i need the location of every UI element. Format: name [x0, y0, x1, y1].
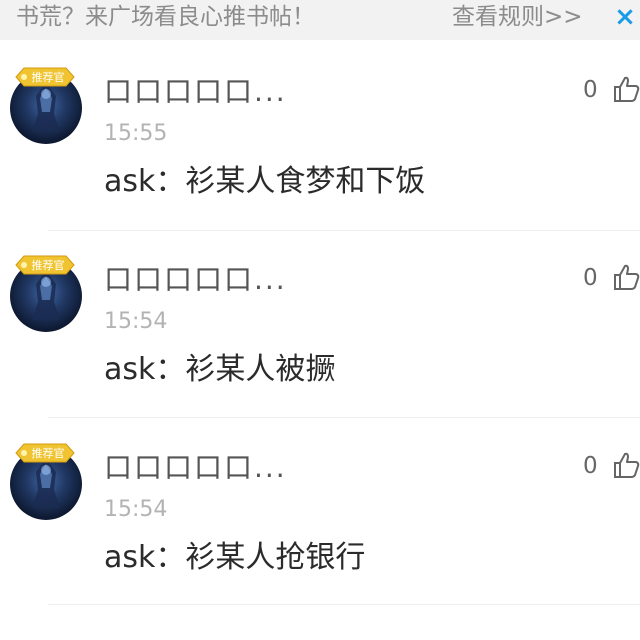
like-count: 0: [583, 453, 598, 479]
view-rules-link[interactable]: 查看规则>>: [452, 2, 583, 32]
comment-item: 推荐官 口口口口口... 15:54 ask：衫某人抢银行 0: [0, 418, 640, 606]
comment-text[interactable]: ask：衫某人抢银行: [104, 538, 365, 578]
badge-label: 推荐官: [32, 258, 65, 272]
comment-item: 推荐官 口口口口口... 15:54 ask：衫某人被撅 0: [0, 230, 640, 418]
badge-icon: 推荐官: [15, 443, 75, 463]
like-count: 0: [583, 77, 598, 103]
comment-time: 15:54: [104, 309, 168, 334]
banner-text: 书荒？来广场看良心推书帖！: [16, 4, 315, 30]
comment-time: 15:54: [104, 497, 168, 522]
author-name[interactable]: 口口口口口...: [104, 262, 287, 298]
author-name[interactable]: 口口口口口...: [104, 74, 287, 110]
close-icon[interactable]: ×: [611, 0, 639, 34]
thumbs-up-icon[interactable]: [612, 74, 640, 104]
author-name[interactable]: 口口口口口...: [104, 450, 287, 486]
thumbs-up-icon[interactable]: [612, 450, 640, 480]
comment-text[interactable]: ask：衫某人被撅: [104, 350, 335, 390]
comment-item: 推荐官 口口口口口... 15:55 ask：衫某人食梦和下饭 0: [0, 42, 640, 230]
comment-time: 15:55: [104, 121, 168, 146]
thumbs-up-icon[interactable]: [612, 262, 640, 292]
badge-label: 推荐官: [32, 446, 65, 460]
badge-icon: 推荐官: [15, 255, 75, 275]
divider: [48, 604, 640, 605]
badge-label: 推荐官: [32, 70, 65, 84]
recommend-banner[interactable]: 书荒？来广场看良心推书帖！ 查看规则>> ×: [0, 0, 640, 40]
like-count: 0: [583, 265, 598, 291]
badge-icon: 推荐官: [15, 67, 75, 87]
comment-text[interactable]: ask：衫某人食梦和下饭: [104, 162, 425, 202]
